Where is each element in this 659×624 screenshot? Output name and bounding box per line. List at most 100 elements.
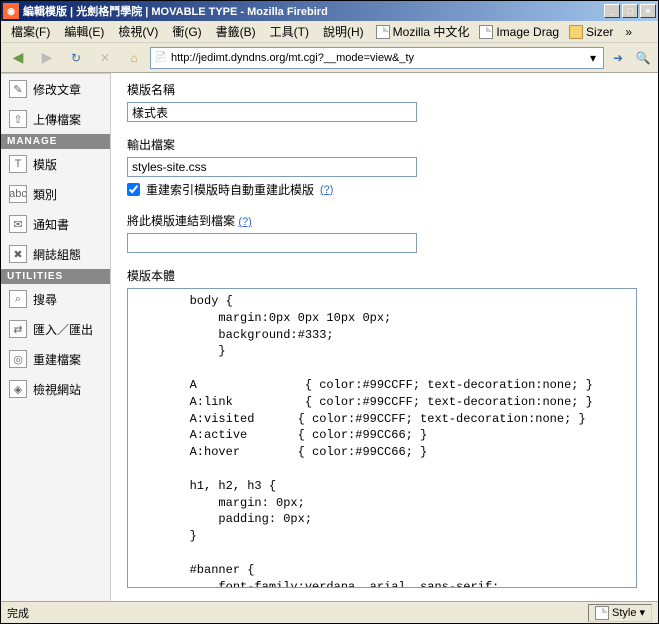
home-button[interactable]: ⌂ [121,45,147,71]
main-panel: 模版名稱 輸出檔案 重建索引模版時自動重建此模版 (?) 將此模版連結到檔案 (… [111,73,658,601]
output-input[interactable] [127,157,417,177]
forward-button[interactable]: ▶ [34,45,60,71]
sidebar-item-rebuild[interactable]: ◎ 重建檔案 [1,344,110,374]
sidebar-item-upload[interactable]: ⇧ 上傳檔案 [1,104,110,134]
output-label: 輸出檔案 [127,136,642,153]
page-icon [479,25,493,39]
menu-edit[interactable]: 編輯(E) [58,21,110,42]
status-text: 完成 [7,605,588,621]
search-icon: 🔍 [636,51,651,65]
arrow-left-icon: ◀ [13,49,24,66]
menubar: 檔案(F) 編輯(E) 檢視(V) 衝(G) 書籤(B) 工具(T) 說明(H)… [1,21,658,43]
bookmark-link-imagedrag[interactable]: Image Drag [475,23,563,41]
sidebar-item-config[interactable]: ✖ 網誌組態 [1,239,110,269]
sidebar-item-import[interactable]: ⇄ 匯入／匯出 [1,314,110,344]
url-bar: 📄 ▾ [150,47,604,69]
sidebar-header-utilities: UTILITIES [1,269,110,284]
sidebar-item-label: 上傳檔案 [33,111,81,128]
menu-file[interactable]: 檔案(F) [5,21,56,42]
menu-bookmarks[interactable]: 書籤(B) [210,21,262,42]
menu-tools[interactable]: 工具(T) [264,21,315,42]
rebuild-checkbox-row: 重建索引模版時自動重建此模版 (?) [127,181,642,198]
bookmark-label: Image Drag [496,25,559,39]
menu-help[interactable]: 說明(H) [317,21,370,42]
reload-button[interactable]: ↻ [63,45,89,71]
magnifier-icon: ⌕ [9,290,27,308]
checkbox-label: 重建索引模版時自動重建此模版 [146,181,314,198]
sidebar-item-notify[interactable]: ✉ 通知書 [1,209,110,239]
page-icon [595,606,609,620]
upload-icon: ⇧ [9,110,27,128]
template-icon: T [9,155,27,173]
sidebar-item-label: 重建檔案 [33,351,81,368]
app-window: ◉ 編輯模版 | 光劍格鬥學院 | MOVABLE TYPE - Mozilla… [0,0,659,624]
field-body: 模版本體 body { margin:0px 0px 10px 0px; bac… [127,267,642,588]
url-input[interactable] [169,52,585,64]
go-button[interactable]: ➜ [607,47,629,69]
window-controls: _ □ × [604,4,656,18]
stop-button[interactable]: ✕ [92,45,118,71]
go-icon: ➜ [613,51,623,65]
transfer-icon: ⇄ [9,320,27,338]
nav-toolbar: ◀ ▶ ↻ ✕ ⌂ 📄 ▾ ➜ 🔍 [1,43,658,73]
statusbar: 完成 Style ▾ [1,601,658,623]
gear-icon: ◎ [9,350,27,368]
body-label: 模版本體 [127,267,642,284]
content-area: ✎修改文章 ⇧上傳檔案 MANAGE T模版 abc類別 ✉通知書 ✖網誌組態 … [1,73,658,601]
bookmark-link-sizer[interactable]: Sizer [565,23,617,41]
maximize-button[interactable]: □ [622,4,638,18]
sidebar-item-view[interactable]: ◈檢視網站 [1,374,110,404]
stop-icon: ✕ [100,51,110,65]
sidebar-item-category[interactable]: abc 類別 [1,179,110,209]
bookmark-label: Sizer [586,25,613,39]
app-icon: ◉ [3,3,19,19]
sidebar-item-label: 檢視網站 [33,381,81,398]
titlebar: ◉ 編輯模版 | 光劍格鬥學院 | MOVABLE TYPE - Mozilla… [1,1,658,21]
style-label: Style [612,607,636,619]
mail-icon: ✉ [9,215,27,233]
sidebar-item-label: 模版 [33,156,57,173]
style-pane[interactable]: Style ▾ [588,604,652,622]
field-link: 將此模版連結到檔案 (?) [127,212,642,253]
field-output: 輸出檔案 重建索引模版時自動重建此模版 (?) [127,136,642,198]
rebuild-checkbox[interactable] [127,183,140,196]
close-button[interactable]: × [640,4,656,18]
minimize-button[interactable]: _ [604,4,620,18]
site-icon: 📄 [153,50,169,66]
sidebar: ✎修改文章 ⇧上傳檔案 MANAGE T模版 abc類別 ✉通知書 ✖網誌組態 … [1,73,111,601]
sidebar-header-manage: MANAGE [1,134,110,149]
menu-go[interactable]: 衝(G) [166,21,207,42]
help-link[interactable]: (?) [238,216,251,228]
field-name: 模版名稱 [127,81,642,122]
home-icon: ⌂ [130,51,137,65]
bookmark-link-mozilla[interactable]: Mozilla 中文化 [372,21,474,42]
back-button[interactable]: ◀ [5,45,31,71]
help-link[interactable]: (?) [320,184,333,196]
name-label: 模版名稱 [127,81,642,98]
sidebar-item-edit[interactable]: ✎修改文章 [1,73,110,104]
folder-icon [569,25,583,39]
sidebar-item-label: 通知書 [33,216,69,233]
link-input[interactable] [127,233,417,253]
sidebar-item-search[interactable]: ⌕搜尋 [1,284,110,314]
menu-overflow[interactable]: » [619,23,638,41]
page-icon [376,25,390,39]
sidebar-item-label: 匯入／匯出 [33,321,93,338]
sidebar-item-label: 類別 [33,186,57,203]
body-textarea[interactable]: body { margin:0px 0px 10px 0px; backgrou… [127,288,637,588]
bookmark-label: Mozilla 中文化 [393,23,470,40]
wrench-icon: ✖ [9,245,27,263]
reload-icon: ↻ [71,51,81,65]
category-icon: abc [9,185,27,203]
window-title: 編輯模版 | 光劍格鬥學院 | MOVABLE TYPE - Mozilla F… [23,3,604,19]
url-dropdown[interactable]: ▾ [585,51,601,65]
body-text: body { margin:0px 0px 10px 0px; backgrou… [132,293,632,588]
menu-view[interactable]: 檢視(V) [112,21,164,42]
sidebar-item-label: 網誌組態 [33,246,81,263]
sidebar-item-label: 修改文章 [33,81,81,98]
name-input[interactable] [127,102,417,122]
search-button[interactable]: 🔍 [632,47,654,69]
arrow-right-icon: ▶ [42,49,53,66]
sidebar-item-template[interactable]: T 模版 [1,149,110,179]
link-label: 將此模版連結到檔案 (?) [127,212,642,229]
